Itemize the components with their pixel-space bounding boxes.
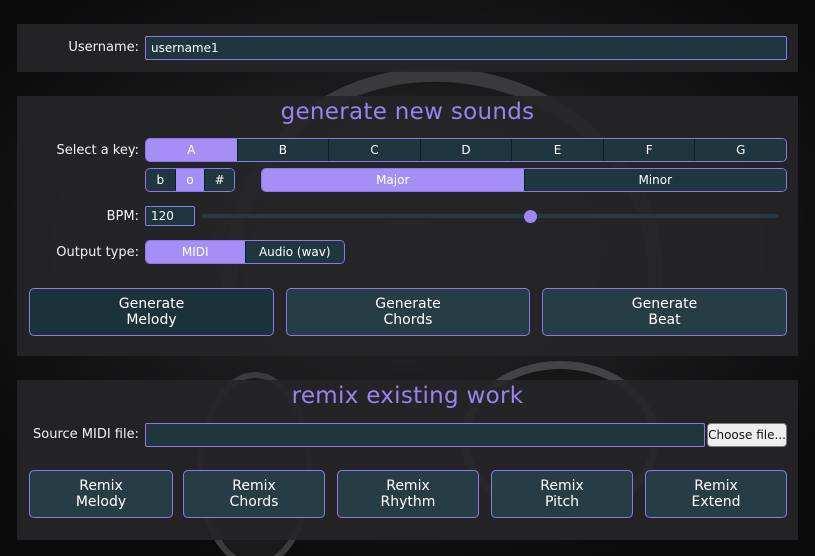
- generate-panel: generate new sounds Select a key: ABCDEF…: [17, 96, 798, 356]
- generate-heading: generate new sounds: [280, 99, 535, 125]
- scale-selector: Major Minor: [261, 168, 787, 192]
- remix-rhythm-label: Remix Rhythm: [380, 478, 436, 510]
- accidental-option-sharp[interactable]: #: [205, 169, 234, 191]
- key-option-e[interactable]: E: [512, 139, 604, 161]
- remix-pitch-button[interactable]: Remix Pitch: [491, 470, 633, 518]
- key-option-g[interactable]: G: [695, 139, 786, 161]
- remix-pitch-label: Remix Pitch: [540, 478, 584, 510]
- key-option-f[interactable]: F: [603, 139, 696, 161]
- scale-option-minor[interactable]: Minor: [524, 169, 786, 191]
- remix-panel: remix existing work Source MIDI file: Ch…: [17, 380, 798, 540]
- remix-chords-label: Remix Chords: [229, 478, 279, 510]
- username-label: Username:: [68, 40, 139, 55]
- bpm-label: BPM:: [106, 209, 139, 224]
- bpm-slider-thumb[interactable]: [523, 209, 537, 223]
- username-input[interactable]: [145, 36, 787, 60]
- remix-rhythm-button[interactable]: Remix Rhythm: [337, 470, 479, 518]
- generate-chords-button[interactable]: Generate Chords: [286, 288, 530, 336]
- select-key-label: Select a key:: [56, 143, 139, 158]
- key-option-a[interactable]: A: [146, 139, 238, 161]
- remix-melody-button[interactable]: Remix Melody: [29, 470, 173, 518]
- generate-melody-label: Generate Melody: [118, 296, 185, 328]
- accidental-selector: b o #: [145, 168, 235, 192]
- remix-extend-label: Remix Extend: [691, 478, 741, 510]
- remix-extend-button[interactable]: Remix Extend: [645, 470, 787, 518]
- key-option-b[interactable]: B: [237, 139, 330, 161]
- output-type-selector: MIDI Audio (wav): [145, 240, 345, 264]
- bpm-input[interactable]: [145, 206, 195, 226]
- remix-heading: remix existing work: [291, 383, 524, 409]
- scale-option-major[interactable]: Major: [262, 169, 525, 191]
- bpm-slider-track[interactable]: [202, 214, 778, 218]
- generate-melody-button[interactable]: Generate Melody: [29, 288, 274, 336]
- output-option-midi[interactable]: MIDI: [146, 241, 246, 263]
- key-option-d[interactable]: D: [420, 139, 513, 161]
- generate-beat-label: Generate Beat: [631, 296, 698, 328]
- generate-chords-label: Generate Chords: [375, 296, 441, 328]
- choose-file-button[interactable]: Choose file...: [707, 423, 787, 447]
- accidental-option-b[interactable]: b: [146, 169, 176, 191]
- key-option-c[interactable]: C: [329, 139, 421, 161]
- username-panel: Username:: [17, 24, 798, 72]
- output-type-label: Output type:: [56, 245, 139, 260]
- source-midi-input[interactable]: [145, 423, 705, 447]
- key-note-selector: ABCDEFG: [145, 138, 787, 162]
- accidental-option-o[interactable]: o: [175, 169, 206, 191]
- generate-beat-button[interactable]: Generate Beat: [542, 288, 787, 336]
- source-midi-label: Source MIDI file:: [33, 427, 139, 442]
- remix-chords-button[interactable]: Remix Chords: [183, 470, 325, 518]
- remix-melody-label: Remix Melody: [75, 478, 127, 510]
- output-option-audio-wav[interactable]: Audio (wav): [245, 241, 344, 263]
